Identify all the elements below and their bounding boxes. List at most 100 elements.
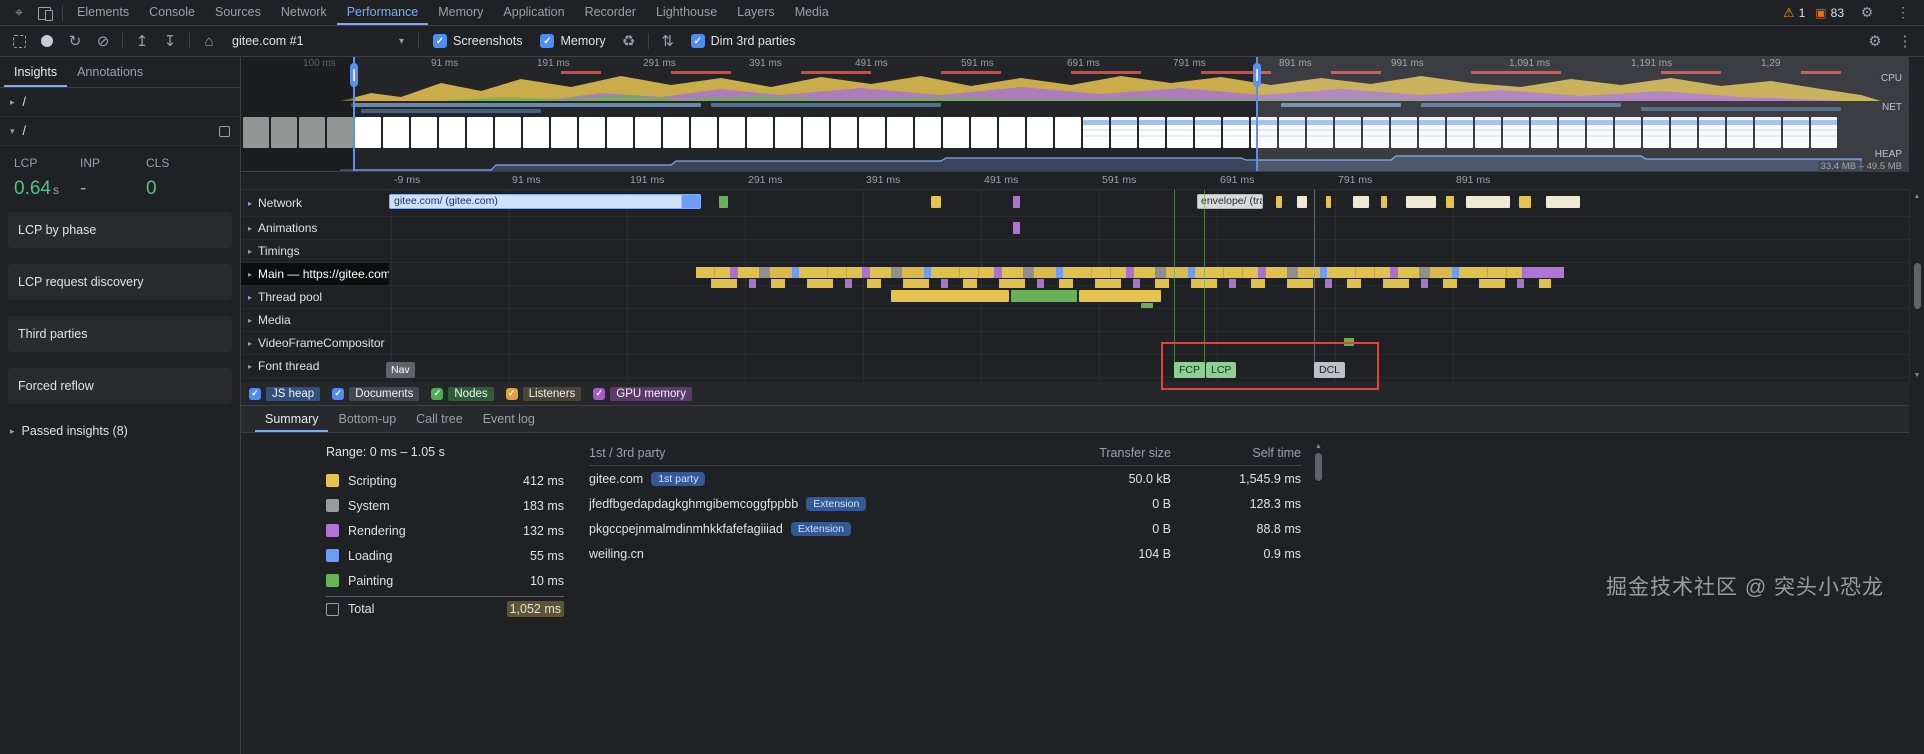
scrollbar-thumb[interactable] [1913,263,1921,309]
screenshot-frame[interactable] [551,117,577,148]
chevron-right-icon[interactable]: ▸ [248,316,252,325]
scroll-up-icon[interactable]: ▲ [1914,193,1921,200]
insight-card-lcp-request-discovery[interactable]: LCP request discovery [8,264,232,300]
screenshot-frame[interactable] [1251,117,1277,148]
table-row[interactable]: pkgccpejnmalmdinmhkkfafefagiiiad Extensio… [589,516,1301,541]
screenshot-frame[interactable] [495,117,521,148]
load-profile-icon[interactable]: ↥ [129,28,155,54]
screenshot-frame[interactable] [243,117,269,148]
insight-card-lcp-by-phase[interactable]: LCP by phase [8,212,232,248]
dim-3rd-parties-checkbox[interactable]: ✓ Dim 3rd parties [690,34,795,48]
screenshot-frame[interactable] [1139,117,1165,148]
track-video-frame-compositor[interactable]: ▸ VideoFrameCompositor [241,332,1909,355]
network-request-bar[interactable] [1326,196,1331,208]
screenshot-frame[interactable] [1391,117,1417,148]
chevron-right-icon[interactable]: ▸ [248,247,252,256]
column-transfer-size[interactable]: Transfer size [1021,446,1171,460]
tab-console[interactable]: Console [139,0,205,25]
chevron-right-icon[interactable]: ▸ [248,362,252,371]
screenshot-frame[interactable] [663,117,689,148]
table-row[interactable]: jfedfbgedapdagkghmgibemcoggfppbb Extensio… [589,491,1301,516]
screenshot-frame[interactable] [1447,117,1473,148]
tab-call-tree[interactable]: Call tree [406,406,473,432]
track-timings[interactable]: ▸ Timings [241,240,1909,263]
track-media[interactable]: ▸ Media [241,309,1909,332]
screenshot-frame[interactable] [355,117,381,148]
screenshot-frame[interactable] [1195,117,1221,148]
screenshot-frame[interactable] [439,117,465,148]
network-request-bar[interactable] [1406,196,1436,208]
network-request-bar[interactable]: envelope/ (trac… [1197,194,1263,209]
metric-lcp[interactable]: LCP 0.64 s [14,156,76,200]
dcl-marker-chip[interactable]: DCL [1314,362,1346,378]
table-header[interactable]: 1st / 3rd party Transfer size Self time [589,441,1301,466]
tab-summary[interactable]: Summary [255,406,328,432]
tab-bottom-up[interactable]: Bottom-up [328,406,406,432]
window-right-handle[interactable] [1253,57,1261,171]
screenshot-frame[interactable] [999,117,1025,148]
screenshot-frame[interactable] [1811,117,1837,148]
network-request-bar[interactable] [1297,196,1307,208]
capture-area-icon[interactable] [6,28,32,54]
screenshot-frame[interactable] [1307,117,1333,148]
chevron-right-icon[interactable]: ▸ [248,199,252,208]
chevron-right-icon[interactable]: ▸ [248,339,252,348]
screenshot-frame[interactable] [1475,117,1501,148]
table-row[interactable]: weiling.cn 104 B 0.9 ms [589,541,1301,566]
screenshot-frame[interactable] [1699,117,1725,148]
live-metrics-home-icon[interactable]: ⌂ [196,28,222,54]
window-handle-grip[interactable] [350,63,358,87]
counter-nodes[interactable]: ✓ Nodes [431,386,494,401]
timeline-overview[interactable]: 100 ms 91 ms 191 ms 291 ms 391 ms 491 ms… [241,57,1909,172]
screenshot-frame[interactable] [1335,117,1361,148]
network-request-bar[interactable] [931,196,941,208]
insight-set-expanded[interactable]: ▾ / [0,117,240,146]
collect-garbage-icon[interactable]: ♻ [616,28,642,54]
screenshot-frame[interactable] [1727,117,1753,148]
screenshot-frame[interactable] [1055,117,1081,148]
scroll-down-icon[interactable]: ▼ [1914,372,1921,379]
thread-pool-bar[interactable] [1011,290,1077,302]
insight-set-collapsed[interactable]: ▸ / [0,88,240,117]
screenshot-frame[interactable] [523,117,549,148]
screenshot-frame[interactable] [859,117,885,148]
table-row[interactable]: gitee.com 1st party 50.0 kB 1,545.9 ms [589,466,1301,491]
screenshot-frame[interactable] [271,117,297,148]
settings-gear-icon[interactable]: ⚙ [1854,0,1880,25]
screenshot-frame[interactable] [943,117,969,148]
panel-settings-gear-icon[interactable]: ⚙ [1862,28,1888,54]
issues-counter[interactable]: ▣ 83 [1815,6,1844,20]
screenshot-frame[interactable] [971,117,997,148]
cpu-activity-chart[interactable] [241,71,1909,101]
tab-performance[interactable]: Performance [337,0,429,25]
tab-event-log[interactable]: Event log [473,406,545,432]
screenshot-frame[interactable] [691,117,717,148]
network-activity-band[interactable] [241,101,1909,115]
network-request-bar[interactable] [1013,196,1020,208]
network-request-bar[interactable] [1466,196,1510,208]
main-thread-flame-chart[interactable] [696,267,1564,278]
tab-insights[interactable]: Insights [4,58,67,87]
history-dropdown[interactable]: gitee.com #1 ▾ [224,29,412,53]
screenshot-frame[interactable] [1643,117,1669,148]
network-request-bar[interactable] [1519,196,1531,208]
counter-listeners[interactable]: ✓ Listeners [505,386,582,401]
metric-cls[interactable]: CLS 0 [146,156,208,200]
tab-memory[interactable]: Memory [428,0,493,25]
screenshot-frame[interactable] [1279,117,1305,148]
screenshot-frame[interactable] [383,117,409,148]
screenshot-frame[interactable] [1783,117,1809,148]
record-icon[interactable] [34,28,60,54]
memory-checkbox[interactable]: ✓ Memory [540,34,606,48]
tab-media[interactable]: Media [785,0,839,25]
network-request-bar[interactable] [1353,196,1369,208]
screenshot-frame[interactable] [635,117,661,148]
screenshot-frame[interactable] [1167,117,1193,148]
tab-lighthouse[interactable]: Lighthouse [646,0,727,25]
metric-inp[interactable]: INP - [80,156,142,200]
insight-card-forced-reflow[interactable]: Forced reflow [8,368,232,404]
network-request-bar[interactable] [1446,196,1454,208]
track-font-thread[interactable]: ▸ Font thread [241,355,1909,378]
screenshot-frame[interactable] [1755,117,1781,148]
network-request-bar[interactable]: gitee.com/ (gitee.com) [389,194,701,209]
